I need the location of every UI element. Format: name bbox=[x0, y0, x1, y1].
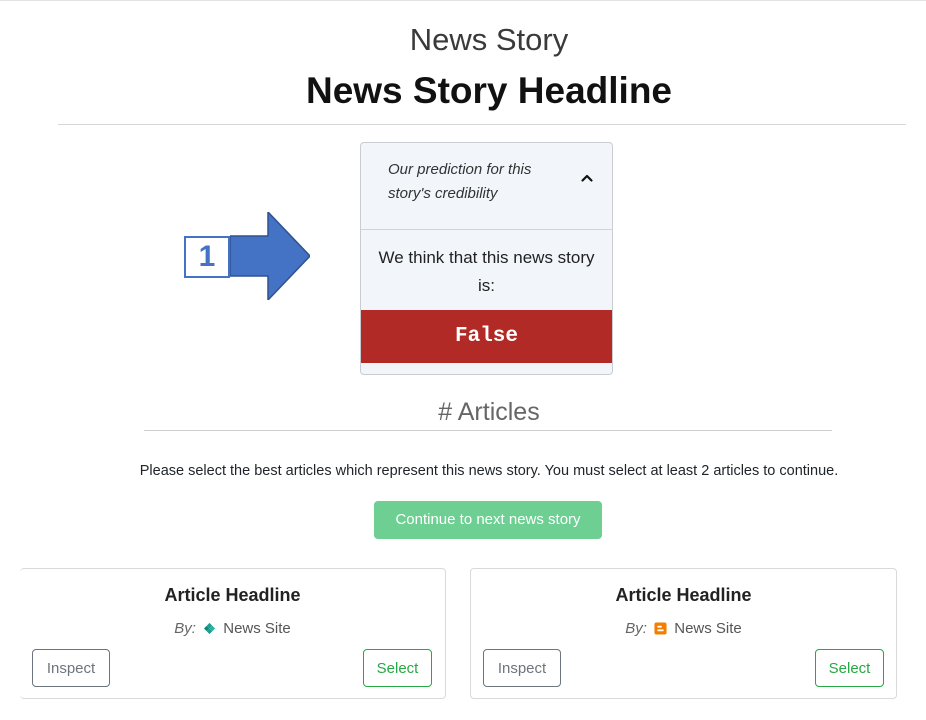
article-headline: Article Headline bbox=[164, 585, 301, 605]
article-source: News Site bbox=[223, 620, 291, 637]
prediction-toggle[interactable]: Our prediction for this story's credibil… bbox=[361, 143, 612, 230]
article-byline: By: News Site bbox=[471, 620, 896, 637]
select-button[interactable]: Select bbox=[363, 649, 432, 687]
articles-heading: # Articles bbox=[438, 398, 540, 426]
by-label: By: bbox=[625, 620, 647, 637]
headline-divider bbox=[58, 124, 906, 125]
prediction-card: Our prediction for this story's credibil… bbox=[360, 142, 613, 375]
news-site-icon bbox=[204, 622, 216, 635]
verdict-banner: False bbox=[361, 310, 612, 363]
prediction-body-text: We think that this news story is: bbox=[378, 248, 595, 295]
article-headline: Article Headline bbox=[615, 585, 752, 605]
inspect-button[interactable]: Inspect bbox=[483, 649, 561, 687]
by-label: By: bbox=[174, 620, 196, 637]
story-headline: News Story Headline bbox=[305, 70, 672, 111]
arrow-right-icon bbox=[230, 212, 310, 300]
top-divider bbox=[0, 0, 926, 1]
inspect-button[interactable]: Inspect bbox=[32, 649, 110, 687]
continue-button[interactable]: Continue to next news story bbox=[374, 501, 602, 539]
chevron-up-icon[interactable] bbox=[580, 171, 594, 185]
select-button[interactable]: Select bbox=[815, 649, 884, 687]
news-site-icon bbox=[654, 622, 667, 635]
step-badge: 1 bbox=[184, 236, 230, 278]
prediction-header-text: Our prediction for this story's credibil… bbox=[388, 161, 532, 202]
page-label: News Story bbox=[409, 22, 569, 57]
articles-divider bbox=[144, 430, 832, 431]
instructions-text: Please select the best articles which re… bbox=[139, 463, 839, 479]
article-byline: By: News Site bbox=[20, 620, 445, 637]
article-card: Article Headline By: News Site Inspect S… bbox=[20, 568, 446, 699]
article-card: Article Headline By: News Site Inspect S… bbox=[470, 568, 897, 699]
article-source: News Site bbox=[674, 620, 742, 637]
